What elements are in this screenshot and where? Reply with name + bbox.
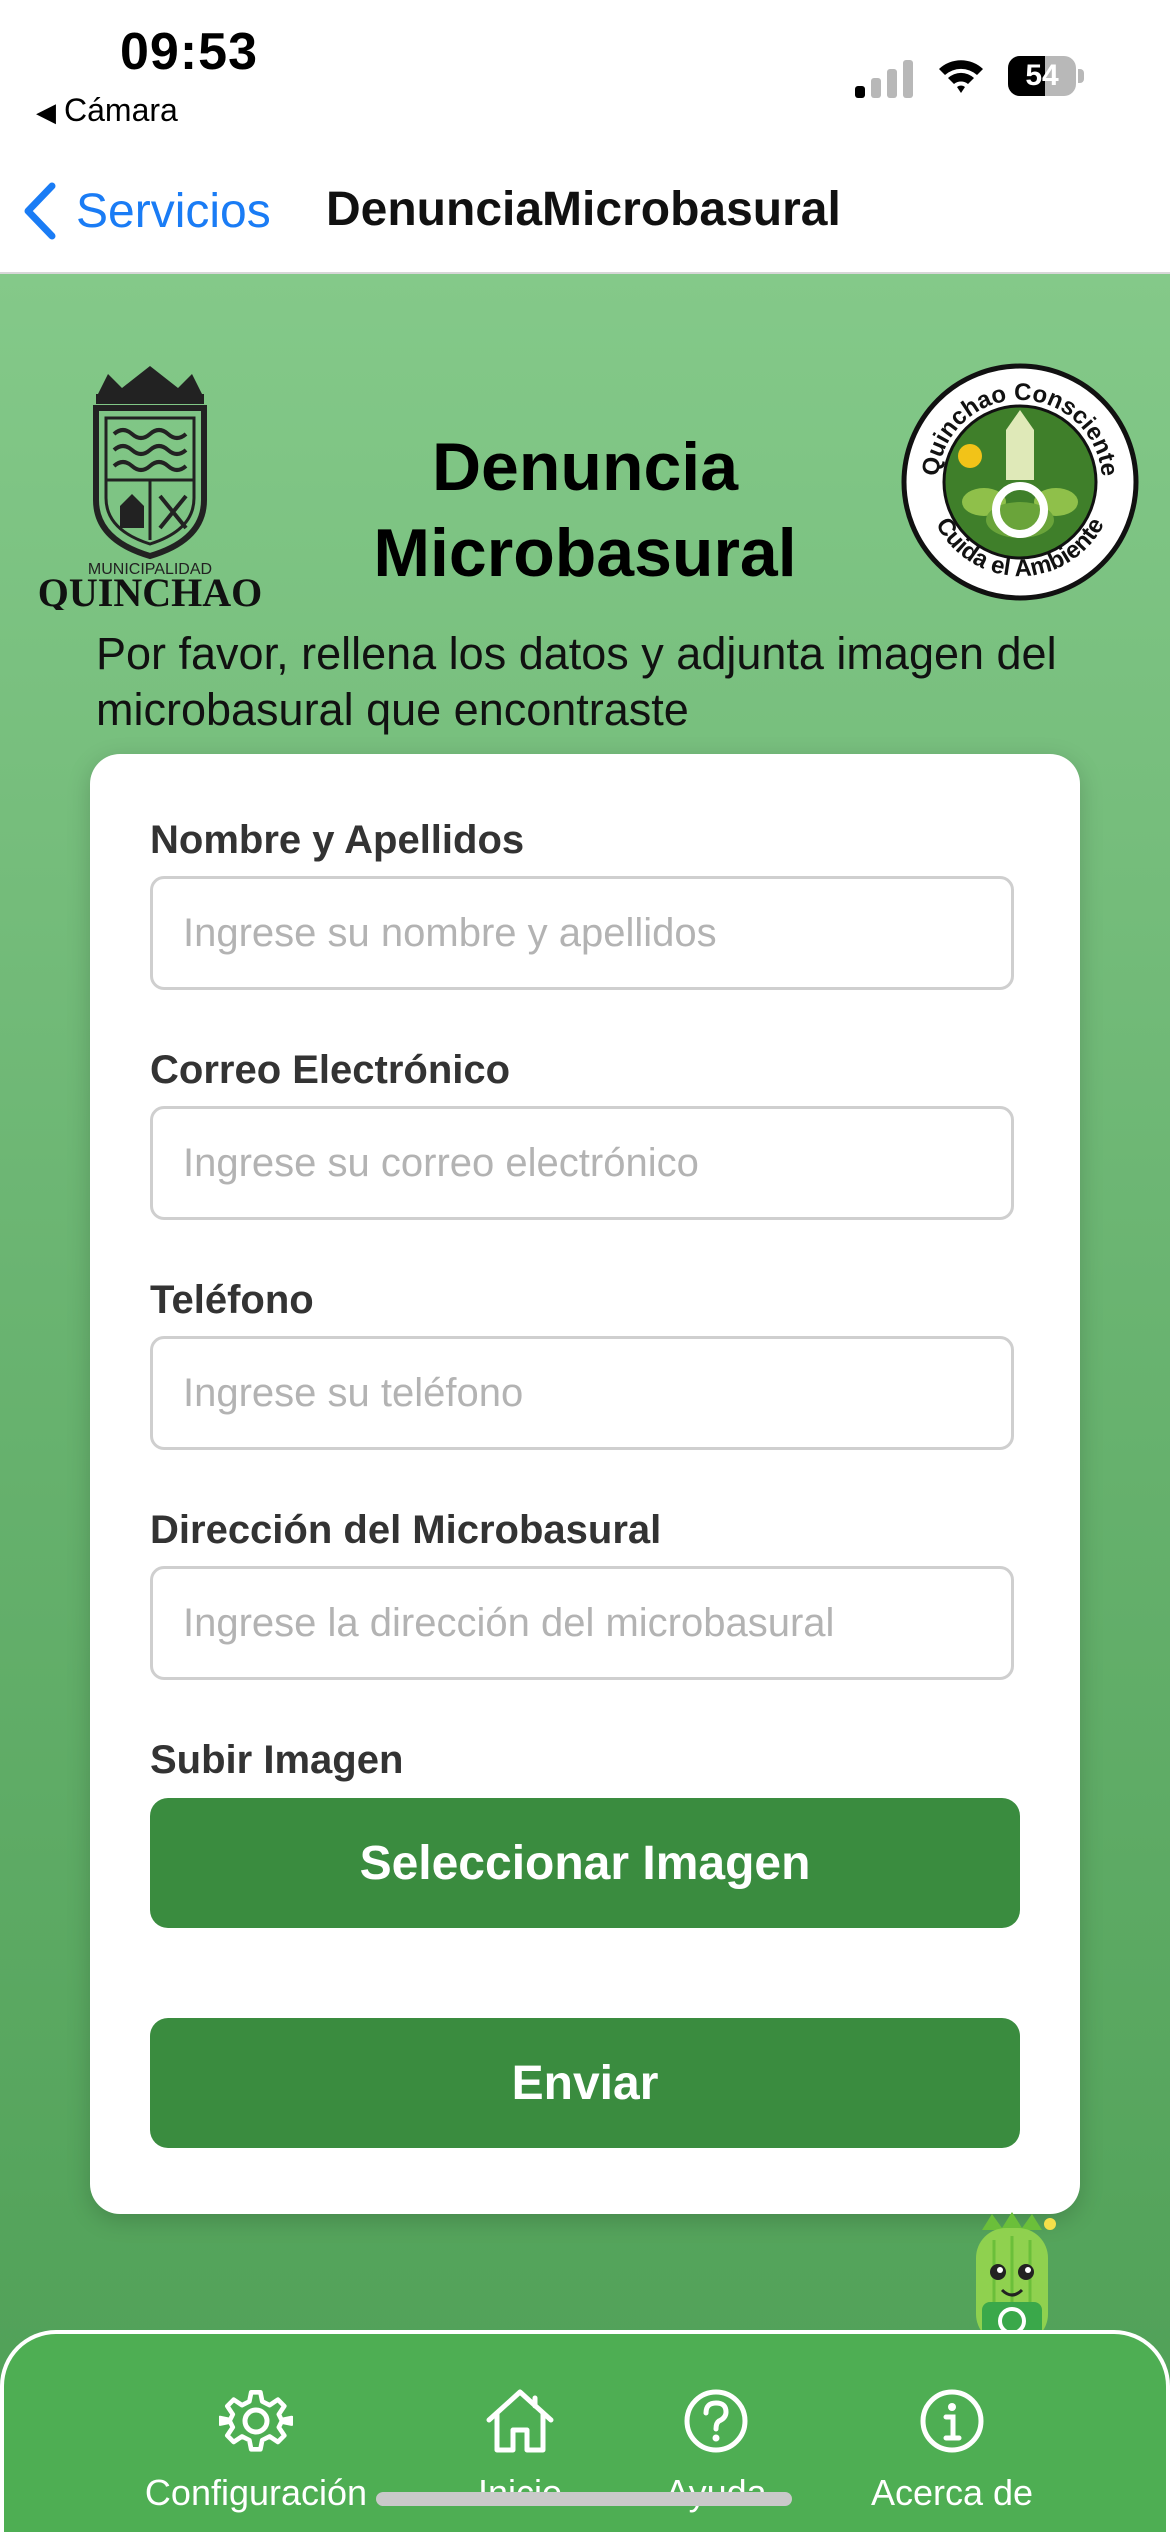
navigation-bar: Servicios DenunciaMicrobasural <box>0 150 1170 274</box>
battery-tip <box>1078 69 1084 83</box>
main-content: MUNICIPALIDAD QUINCHAO Denuncia Microbas… <box>0 274 1170 2532</box>
name-input[interactable] <box>150 876 1014 990</box>
gear-icon <box>219 2389 293 2452</box>
address-label: Dirección del Microbasural <box>150 1508 662 1552</box>
back-button[interactable]: Servicios <box>22 176 271 246</box>
report-form-card: Nombre y Apellidos Correo Electrónico Te… <box>90 754 1080 2214</box>
cellular-signal-icon <box>855 60 913 98</box>
upload-image-label: Subir Imagen <box>150 1738 404 1782</box>
chevron-left-icon <box>24 182 56 240</box>
tab-configuracion-label: Configuración <box>144 2472 368 2513</box>
page-title-line1: Denuncia <box>431 429 739 505</box>
municipalidad-quinchao-logo: MUNICIPALIDAD QUINCHAO <box>38 366 262 610</box>
page-subtitle: Por favor, rellena los datos y adjunta i… <box>96 628 1057 735</box>
page-title: Denuncia Microbasural <box>330 424 840 596</box>
battery-percentage: 54 <box>1025 59 1059 92</box>
email-label: Correo Electrónico <box>150 1048 511 1092</box>
back-triangle-icon: ◀ <box>36 97 56 127</box>
battery-body: 54 <box>1008 56 1076 96</box>
select-image-button[interactable]: Seleccionar Imagen <box>150 1798 1020 1928</box>
status-time: 09:53 <box>120 23 258 81</box>
quinchao-consciente-logo: Quinchao Consciente Cuida el Ambiente <box>901 363 1139 601</box>
home-icon <box>486 2389 554 2453</box>
wifi-icon <box>939 60 983 93</box>
info-icon <box>920 2389 984 2453</box>
tab-acerca-de[interactable]: Acerca de <box>832 2384 1072 2514</box>
tab-configuracion[interactable]: Configuración <box>136 2384 376 2514</box>
phone-label: Teléfono <box>150 1278 314 1322</box>
home-indicator[interactable] <box>376 2492 792 2506</box>
logo-left-name: QUINCHAO <box>38 570 262 610</box>
email-input[interactable] <box>150 1106 1014 1220</box>
status-bar: 09:53 ◀ Cámara 54 <box>0 0 1170 150</box>
page-title-line2: Microbasural <box>373 515 797 591</box>
help-icon <box>684 2389 748 2453</box>
name-label: Nombre y Apellidos <box>150 818 525 862</box>
nav-title: DenunciaMicrobasural <box>326 183 841 236</box>
address-input[interactable] <box>150 1566 1014 1680</box>
back-to-app-link[interactable]: ◀ Cámara <box>36 92 178 129</box>
tab-acerca-de-label: Acerca de <box>870 2472 1034 2513</box>
phone-input[interactable] <box>150 1336 1014 1450</box>
submit-button[interactable]: Enviar <box>150 2018 1020 2148</box>
back-app-label: Cámara <box>64 92 178 128</box>
back-button-label: Servicios <box>76 184 271 238</box>
battery-icon: 54 <box>1008 56 1084 96</box>
